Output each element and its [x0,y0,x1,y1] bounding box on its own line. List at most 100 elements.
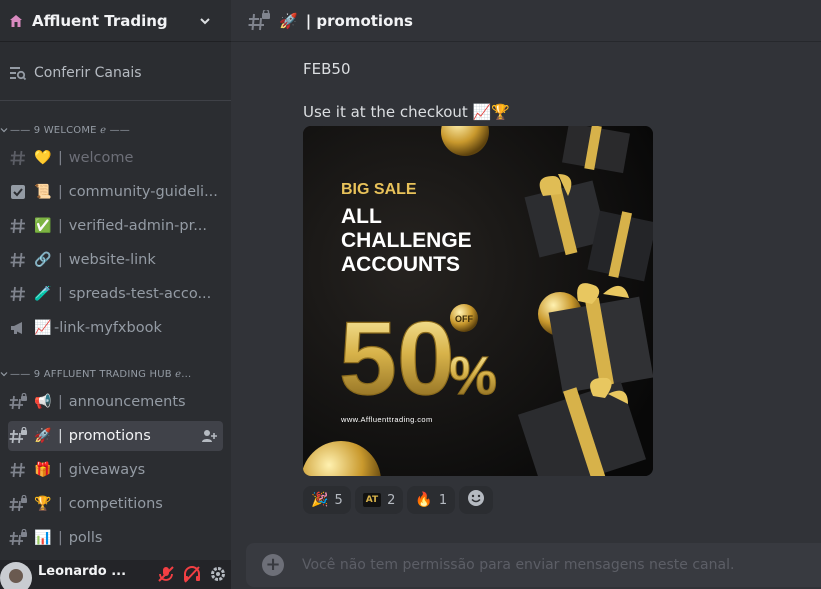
channel-separator: | [58,150,63,166]
channel-separator: | [58,530,63,546]
server-header[interactable]: Affluent Trading [0,0,231,42]
reaction-at-logo[interactable]: AT 2 [354,486,404,514]
list-search-icon [8,63,28,83]
promo-artwork: BIG SALE ALL CHALLENGE ACCOUNTS 50 % OFF… [303,126,653,476]
category-label: —— 9 WELCOME ℯ —— [10,124,130,136]
channel-emoji: 💛 [34,150,52,166]
add-reaction-button[interactable] [459,486,494,514]
hash-icon [8,250,28,270]
party-emoji: 🎉 [311,492,329,508]
channel-emoji: 🚀 [279,11,298,30]
sidebar-divider [0,100,231,101]
channel-verified-admin[interactable]: ✅ | verified-admin-pr... [8,211,223,241]
channel-emoji: 📈 [34,320,52,336]
house-icon [8,13,24,29]
channel-name: website-link [68,252,156,268]
rules-checkbox-icon [8,182,28,202]
channel-separator: | [58,428,63,444]
reaction-count: 1 [438,492,448,508]
plus-circle-icon: + [262,554,284,576]
channel-name: spreads-test-acco... [68,286,212,302]
caret-down-icon [0,370,8,378]
channel-header: 🚀 | promotions [231,0,821,42]
channel-emoji: 📊 [34,530,52,546]
browse-channels-button[interactable]: Conferir Canais [8,58,223,88]
reaction-count: 2 [387,492,396,508]
gear-icon[interactable] [205,561,231,587]
browse-channels-label: Conferir Canais [34,65,142,81]
fire-emoji: 🔥 [415,492,433,508]
reaction-count: 5 [334,492,343,508]
channel-promotions[interactable]: 🚀 | promotions [8,421,223,451]
chevron-down-icon[interactable] [197,13,213,29]
at-logo-emoji: AT [362,493,382,507]
percent-sign: % [449,346,497,406]
add-member-icon[interactable] [201,428,217,444]
channel-name: community-guideli... [68,184,218,200]
user-panel: Leonardo ... [0,560,231,589]
promo-image[interactable]: BIG SALE ALL CHALLENGE ACCOUNTS 50 % OFF… [303,126,653,476]
megaphone-icon [8,318,28,338]
channel-competitions[interactable]: 🏆 | competitions [8,489,223,519]
server-name: Affluent Trading [32,11,168,30]
locked-hash-icon [8,494,28,514]
headline-line-1: ALL [341,205,382,228]
channel-emoji: 🚀 [34,428,52,444]
category-trading-hub[interactable]: —— 9 AFFLUENT TRADING HUB ℯ... [0,366,191,382]
composer-placeholder: Você não tem permissão para enviar mensa… [302,557,735,573]
category-label: —— 9 AFFLUENT TRADING HUB ℯ... [10,368,192,380]
channel-name: welcome [68,150,134,166]
big-sale-text: BIG SALE [341,181,417,198]
avatar[interactable] [0,561,32,589]
off-badge: OFF [455,314,473,324]
headphones-muted-icon[interactable] [179,561,205,587]
channel-spreads-test[interactable]: 🧪 | spreads-test-acco... [8,279,223,309]
channel-website-link[interactable]: 🔗 | website-link [8,245,223,275]
channel-separator: | [58,496,63,512]
reaction-party[interactable]: 🎉 5 [303,486,351,514]
headline-line-3: ACCOUNTS [341,253,460,276]
reaction-fire[interactable]: 🔥 1 [407,486,456,514]
locked-hash-icon [8,528,28,548]
reactions-bar: 🎉 5 AT 2 🔥 1 [303,486,494,514]
channel-separator: | [58,286,63,302]
channel-emoji: 🔗 [34,252,52,268]
channel-emoji: 📜 [34,184,52,200]
locked-hash-icon [247,9,271,33]
channel-polls[interactable]: 📊 | polls [8,523,223,553]
channel-emoji: ✅ [34,218,52,234]
channel-announcements[interactable]: 📢 | announcements [8,387,223,417]
channel-sidebar: Affluent Trading Conferir Canais —— 9 WE… [0,0,231,589]
channel-separator: | [58,462,63,478]
channel-name: giveaways [68,462,146,478]
message-composer: + Você não tem permissão para enviar men… [246,543,821,587]
channel-name: promotions [68,428,151,444]
website-text: www.Affluenttrading.com [340,415,433,424]
channel-welcome[interactable]: 💛 | welcome [8,143,223,173]
channel-separator: | [58,252,63,268]
channel-title: | promotions [305,11,413,30]
smiley-icon [467,489,485,511]
mic-muted-icon[interactable] [153,561,179,587]
channel-name: verified-admin-pr... [68,218,208,234]
discord-app: Affluent Trading Conferir Canais —— 9 WE… [0,0,821,589]
headline-line-2: CHALLENGE [341,229,472,252]
username[interactable]: Leonardo ... [38,564,153,579]
channel-myfxbook[interactable]: 📈 -link-myfxbook [8,313,223,343]
locked-hash-icon [8,426,28,446]
category-welcome[interactable]: —— 9 WELCOME ℯ —— [0,122,130,138]
hash-icon [8,148,28,168]
channel-name: -link-myfxbook [54,320,162,336]
channel-community-guidelines[interactable]: 📜 | community-guideli... [8,177,223,207]
message-line: Use it at the checkout 📈🏆 [303,103,510,121]
channel-separator: | [58,394,63,410]
channel-name: polls [68,530,103,546]
channel-separator: | [58,184,63,200]
channel-name: competitions [68,496,163,512]
channel-separator: | [58,218,63,234]
locked-hash-icon [8,392,28,412]
channel-name: announcements [68,394,186,410]
channel-giveaways[interactable]: 🎁 | giveaways [8,455,223,485]
hash-icon [8,460,28,480]
caret-down-icon [0,126,8,134]
